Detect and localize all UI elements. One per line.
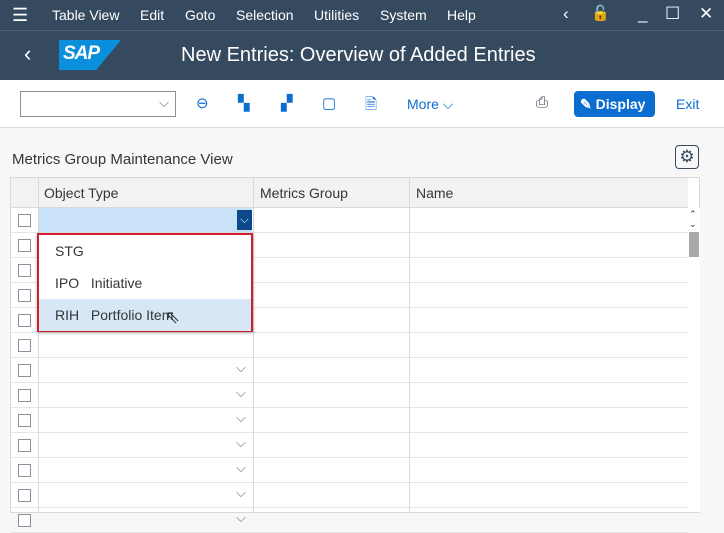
scroll-down-icon[interactable]: ⌄ [689,219,697,230]
more-label: More [407,96,439,112]
chevron-down-icon[interactable]: ⌵ [236,510,246,526]
option-code: IPO [55,275,80,291]
column-header-metrics-group[interactable]: Metrics Group [260,185,348,201]
command-field[interactable]: ⌵ [20,91,176,117]
option-code: STG [55,243,84,259]
dropdown-option-ipo[interactable]: IPO Initiative [39,267,251,299]
close-icon[interactable]: ✕ [699,4,713,24]
mouse-cursor-icon: ⇖ [165,307,181,327]
table-row: ⌵ [11,458,688,483]
dropdown-option-rih[interactable]: RIH Portfolio Item [39,299,251,331]
chevron-down-icon[interactable]: ⌵ [236,485,246,501]
table-row: ⌵ [11,483,688,508]
object-type-input[interactable]: ⌵ [39,208,252,232]
display-label: Display [595,96,646,112]
exit-button[interactable]: Exit [676,96,699,112]
menu-table-view[interactable]: Table View [52,7,119,23]
menu-goto[interactable]: Goto [185,7,215,23]
column-header-object-type[interactable]: Object Type [44,185,118,201]
deselect-all-icon[interactable]: ▢ [322,94,336,112]
minimize-icon[interactable]: _ [638,4,647,24]
settings-gear-icon[interactable]: ⚙ [675,145,699,169]
menu-edit[interactable]: Edit [140,7,164,23]
row-select-checkbox[interactable] [18,464,31,477]
chevron-down-icon[interactable]: ⌵ [236,360,246,376]
row-select-checkbox[interactable] [18,289,31,302]
display-icon: ✎ [580,96,592,112]
maximize-icon[interactable]: ☐ [665,4,680,24]
chevron-down-icon[interactable]: ⌵ [236,460,246,476]
metrics-table: Object Type Metrics Group Name ⌵ ⌵ ⌵ ⌵ ⌵ ⌵ ⌵ ⌵ … [10,177,700,533]
section-title: Metrics Group Maintenance View [12,151,233,168]
menu-selection[interactable]: Selection [236,7,294,23]
chevron-down-icon[interactable]: ⌵ [236,410,246,426]
table-row: ⌵ [11,433,688,458]
chevron-down-icon: ⌵ [442,96,454,112]
option-text: Portfolio Item [90,307,174,323]
hamburger-icon[interactable]: ☰ [12,5,28,26]
dropdown-button-icon[interactable]: ⌵ [237,210,252,230]
row-select-checkbox[interactable] [18,489,31,502]
back-icon[interactable]: ‹ [24,41,31,67]
menu-help[interactable]: Help [447,7,476,23]
table-header: Object Type Metrics Group Name [11,178,688,208]
option-text: Initiative [90,275,143,291]
page-title: New Entries: Overview of Added Entries [181,44,536,66]
title-bar: ‹ SAP New Entries: Overview of Added Ent… [0,31,724,80]
chevron-down-icon[interactable]: ⌵ [236,435,246,451]
table-row: ⌵ [11,358,688,383]
column-header-name[interactable]: Name [416,185,453,201]
row-select-checkbox[interactable] [18,339,31,352]
vertical-scrollbar[interactable]: ⌃ ⌄ [688,208,700,512]
menu-system[interactable]: System [380,7,427,23]
select-all-icon[interactable]: ▚ [238,94,250,112]
row-select-checkbox[interactable] [18,439,31,452]
table-row: ⌵ [11,383,688,408]
row-select-checkbox[interactable] [18,239,31,252]
table-row: ⌵ [11,508,688,533]
table-row: ⌵ [11,408,688,433]
menu-bar: ☰ Table View Edit Goto Selection Utiliti… [0,0,724,31]
menu-utilities[interactable]: Utilities [314,7,359,23]
sap-logo: SAP [59,40,121,70]
chevron-down-icon[interactable]: ⌵ [236,385,246,401]
row-select-checkbox[interactable] [18,364,31,377]
object-type-dropdown: STG IPO Initiative RIH Portfolio Item ⇖ [37,233,253,332]
chevron-down-icon: ⌵ [159,95,169,110]
print-icon[interactable]: ⎙ [536,94,548,111]
toolbar: ⌵ ⊖ ▚ ▞ ▢ 🗎 More ⌵ ⎙ ✎ Display Exit [0,80,724,128]
row-select-checkbox[interactable] [18,264,31,277]
deselect-icon[interactable]: ⊖ [196,94,209,112]
table-row: ⌵ [11,208,688,233]
collapse-icon[interactable]: ‹ [563,4,569,24]
display-button[interactable]: ✎ Display [574,91,655,117]
row-select-checkbox[interactable] [18,514,31,527]
select-block-icon[interactable]: ▞ [281,94,293,112]
dropdown-option-stg[interactable]: STG [39,235,251,267]
scrollbar-thumb[interactable] [689,232,699,257]
more-button[interactable]: More ⌵ [407,96,453,113]
unlock-icon[interactable]: 🔓 [591,4,610,22]
row-select-checkbox[interactable] [18,389,31,402]
row-select-checkbox[interactable] [18,314,31,327]
option-code: RIH [55,307,80,323]
row-select-checkbox[interactable] [18,414,31,427]
table-row [11,333,688,358]
row-select-checkbox[interactable] [18,214,31,227]
find-icon[interactable]: 🗎 [365,94,377,119]
